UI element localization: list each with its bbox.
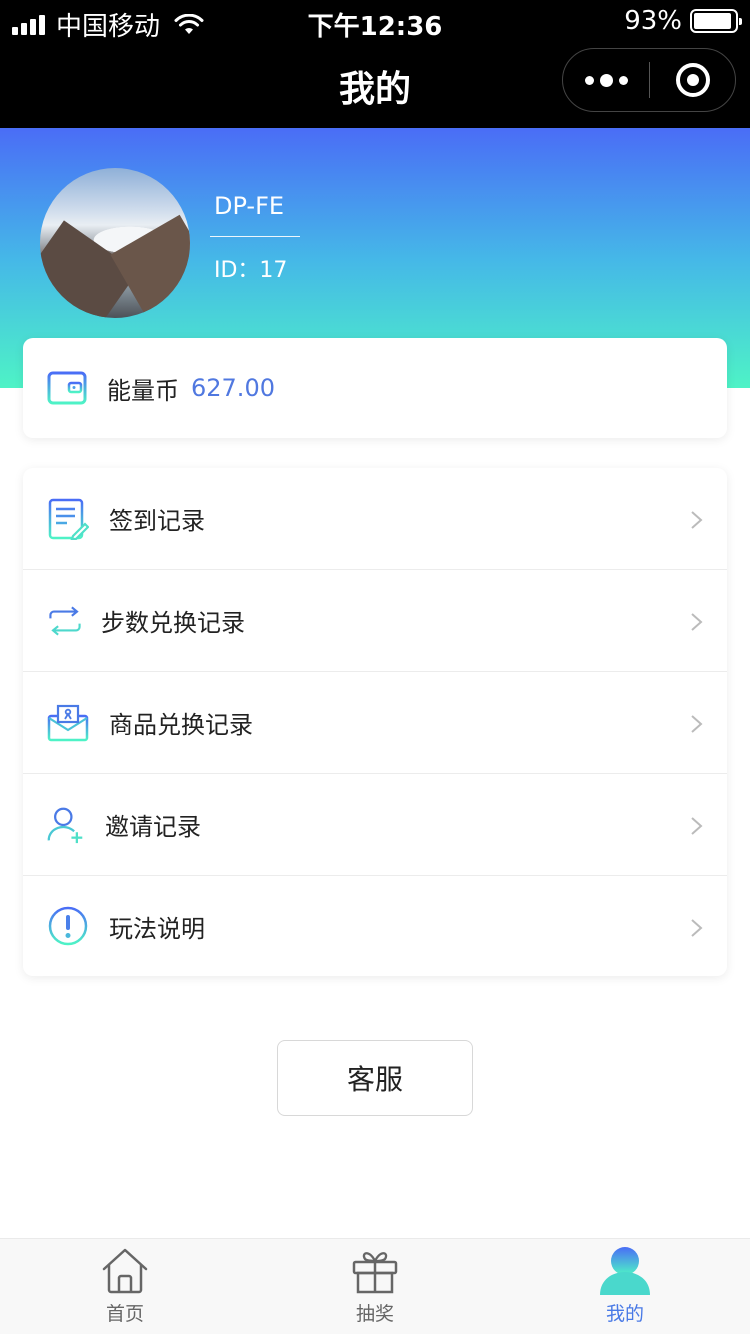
- nav-bar: 我的: [0, 40, 750, 128]
- menu-item-label: 邀请记录: [105, 813, 201, 841]
- tab-bar: 首页 抽奖 我的: [0, 1238, 750, 1334]
- chevron-right-icon: [691, 817, 703, 835]
- tab-home[interactable]: 首页: [0, 1239, 250, 1334]
- avatar[interactable]: [40, 168, 190, 318]
- chevron-right-icon: [691, 715, 703, 733]
- menu-item-label: 步数兑换记录: [101, 609, 245, 637]
- user-icon: [600, 1247, 650, 1295]
- status-right: 93%: [624, 6, 742, 36]
- menu-item-label: 签到记录: [109, 507, 205, 535]
- energy-coin-value: 627.00: [191, 374, 275, 402]
- tab-mine[interactable]: 我的: [500, 1239, 750, 1334]
- tab-lottery[interactable]: 抽奖: [250, 1239, 500, 1334]
- sign-in-record-icon: [48, 498, 89, 540]
- user-id: ID：17: [214, 258, 288, 283]
- wallet-icon: [47, 371, 87, 405]
- tab-label: 首页: [105, 1303, 144, 1325]
- more-dot-icon: [584, 75, 594, 85]
- tab-label: 抽奖: [355, 1303, 394, 1325]
- chevron-right-icon: [691, 919, 703, 937]
- add-user-icon: [47, 807, 83, 843]
- menu-item-invite-record[interactable]: 邀请记录: [23, 774, 727, 876]
- battery-level: [694, 13, 732, 29]
- chevron-right-icon: [691, 613, 703, 631]
- home-icon: [102, 1248, 148, 1294]
- exchange-arrows-icon: [49, 605, 81, 636]
- more-button[interactable]: [563, 49, 649, 111]
- info-icon: [48, 906, 88, 946]
- menu-item-step-exchange-record[interactable]: 步数兑换记录: [23, 570, 727, 672]
- gift-icon: [352, 1252, 398, 1294]
- more-dot-icon: [599, 73, 613, 87]
- menu-item-sign-in-record[interactable]: 签到记录: [23, 468, 727, 570]
- menu-item-label: 玩法说明: [109, 914, 205, 943]
- energy-coin-card: 能量币 627.00: [23, 338, 727, 438]
- name-divider: [210, 236, 300, 237]
- menu-item-rules[interactable]: 玩法说明: [23, 876, 727, 976]
- battery-icon: [690, 9, 742, 33]
- menu-item-label: 商品兑换记录: [109, 711, 253, 739]
- menu-item-goods-exchange-record[interactable]: 商品兑换记录: [23, 672, 727, 774]
- user-name: DP-FE: [214, 192, 285, 220]
- more-dot-icon: [618, 75, 628, 85]
- envelope-icon: [47, 704, 89, 741]
- close-button[interactable]: [650, 49, 735, 111]
- status-bar: 中国移动 下午12:36 93%: [0, 0, 750, 42]
- customer-service-button[interactable]: 客服: [277, 1040, 473, 1116]
- battery-percent: 93%: [624, 6, 682, 36]
- energy-coin-label: 能量币: [107, 376, 179, 405]
- record-menu: 签到记录 步数兑换记录 商品兑换记录 邀请记录 玩法说明: [23, 468, 727, 976]
- mini-program-capsule: [562, 48, 736, 112]
- tab-label: 我的: [605, 1303, 644, 1325]
- chevron-right-icon: [691, 511, 703, 529]
- target-icon: [675, 63, 710, 97]
